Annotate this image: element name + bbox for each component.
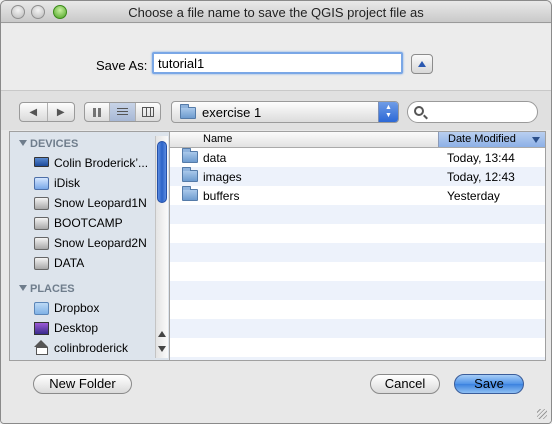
sidebar-section-devices[interactable]: DEVICES xyxy=(19,138,78,150)
column-header-date-modified[interactable]: Date Modified xyxy=(438,132,545,147)
sidebar-item-dropbox[interactable]: Dropbox xyxy=(34,300,159,318)
chevron-up-icon xyxy=(418,61,426,67)
folder-icon xyxy=(180,104,196,119)
file-name: buffers xyxy=(203,189,240,203)
folder-icon xyxy=(182,148,198,163)
drive-icon xyxy=(34,257,49,270)
column-header-name[interactable]: Name xyxy=(203,133,232,145)
search-field[interactable] xyxy=(407,101,538,123)
sidebar-item-idisk[interactable]: iDisk xyxy=(34,175,159,193)
sidebar: DEVICES Colin Broderick’... iDisk Snow L… xyxy=(10,132,170,360)
drive-icon xyxy=(34,237,49,250)
sidebar-item-desktop[interactable]: Desktop xyxy=(34,320,159,338)
scroll-up-arrow-icon[interactable] xyxy=(158,331,166,337)
sidebar-item-home[interactable]: colinbroderick xyxy=(34,340,159,358)
chevron-up-down-icon: ▲ ▼ xyxy=(385,104,392,119)
new-folder-button[interactable]: New Folder xyxy=(33,374,132,394)
back-button[interactable]: ◀ xyxy=(20,103,48,121)
desktop-icon xyxy=(34,322,49,335)
sidebar-item-snow-leopard1n[interactable]: Snow Leopard1N xyxy=(34,195,159,213)
sidebar-item-label: colinbroderick xyxy=(54,341,129,355)
column-header-label: Date Modified xyxy=(448,133,516,145)
sidebar-item-snow-leopard2n[interactable]: Snow Leopard2N xyxy=(34,235,159,253)
sidebar-section-places[interactable]: PLACES xyxy=(19,283,75,295)
file-rows: data Today, 13:44 images Today, 12:43 bu… xyxy=(170,148,545,360)
column-header-row: Name Date Modified xyxy=(170,132,545,148)
file-date: Today, 12:43 xyxy=(447,170,515,184)
save-as-area: Save As: xyxy=(1,24,551,90)
file-name: data xyxy=(203,151,227,165)
sidebar-item-computer[interactable]: Colin Broderick’... xyxy=(34,155,159,173)
resize-grip-icon[interactable] xyxy=(537,409,547,419)
file-name: images xyxy=(203,170,242,184)
sidebar-item-label: BOOTCAMP xyxy=(54,216,123,230)
sidebar-item-bootcamp[interactable]: BOOTCAMP xyxy=(34,215,159,233)
location-popup[interactable]: exercise 1 ▲ ▼ xyxy=(171,101,399,123)
sidebar-item-data[interactable]: DATA xyxy=(34,255,159,273)
file-date: Yesterday xyxy=(447,189,500,203)
save-dialog-window: Choose a file name to save the QGIS proj… xyxy=(0,0,552,424)
file-list: Name Date Modified data Today, 13:44 ima… xyxy=(170,132,545,360)
file-row[interactable]: images Today, 12:43 xyxy=(170,167,545,186)
disclosure-triangle-icon xyxy=(19,285,27,291)
sidebar-item-label: Snow Leopard2N xyxy=(54,236,147,250)
forward-button[interactable]: ▶ xyxy=(48,103,75,121)
drive-icon xyxy=(34,197,49,210)
sort-descending-icon xyxy=(532,137,540,143)
title-bar[interactable]: Choose a file name to save the QGIS proj… xyxy=(1,1,551,23)
file-date: Today, 13:44 xyxy=(447,151,515,165)
back-forward-control: ◀ ▶ xyxy=(19,102,75,122)
computer-icon xyxy=(34,157,49,167)
section-label: DEVICES xyxy=(30,138,79,150)
folder-icon xyxy=(182,167,198,182)
file-browser: DEVICES Colin Broderick’... iDisk Snow L… xyxy=(9,131,546,361)
location-label: exercise 1 xyxy=(202,105,262,120)
scrollbar-thumb[interactable] xyxy=(157,141,167,203)
cancel-button[interactable]: Cancel xyxy=(370,374,440,394)
save-as-label: Save As: xyxy=(96,58,148,73)
drive-icon xyxy=(34,217,49,230)
column-view-button[interactable] xyxy=(136,103,160,121)
browser-toolbar: ◀ ▶ exercise 1 ▲ ▼ xyxy=(1,90,551,130)
section-label: PLACES xyxy=(30,283,75,295)
scroll-down-arrow-icon[interactable] xyxy=(158,346,166,352)
sidebar-item-label: DATA xyxy=(54,256,85,270)
sidebar-item-label: Dropbox xyxy=(54,301,100,315)
file-row[interactable]: buffers Yesterday xyxy=(170,186,545,205)
column-view-icon xyxy=(141,107,154,117)
save-as-input[interactable] xyxy=(152,52,403,74)
view-mode-control xyxy=(84,102,161,122)
icon-view-button[interactable] xyxy=(85,103,111,121)
search-icon xyxy=(414,106,424,116)
icon-view-icon xyxy=(92,107,102,117)
arrow-right-icon: ▶ xyxy=(56,106,65,118)
collapse-dialog-button[interactable] xyxy=(411,54,433,74)
sidebar-item-label: Snow Leopard1N xyxy=(54,196,147,210)
save-button[interactable]: Save xyxy=(454,374,524,394)
sidebar-item-label: Colin Broderick’... xyxy=(54,156,149,170)
home-icon xyxy=(34,340,48,355)
window-title: Choose a file name to save the QGIS proj… xyxy=(128,5,424,20)
list-view-icon xyxy=(116,108,128,116)
location-dropdown-arrows[interactable]: ▲ ▼ xyxy=(378,102,398,122)
file-row[interactable]: data Today, 13:44 xyxy=(170,148,545,167)
sidebar-item-label: Desktop xyxy=(54,321,99,335)
folder-icon xyxy=(182,186,198,201)
sidebar-scrollbar[interactable] xyxy=(155,136,168,358)
idisk-icon xyxy=(34,177,49,190)
disclosure-triangle-icon xyxy=(19,140,27,146)
list-view-button[interactable] xyxy=(110,103,136,121)
dropbox-folder-icon xyxy=(34,302,49,315)
dialog-button-bar: New Folder Cancel Save xyxy=(1,361,551,423)
sidebar-item-label: iDisk xyxy=(54,176,80,190)
arrow-left-icon: ◀ xyxy=(29,106,38,118)
